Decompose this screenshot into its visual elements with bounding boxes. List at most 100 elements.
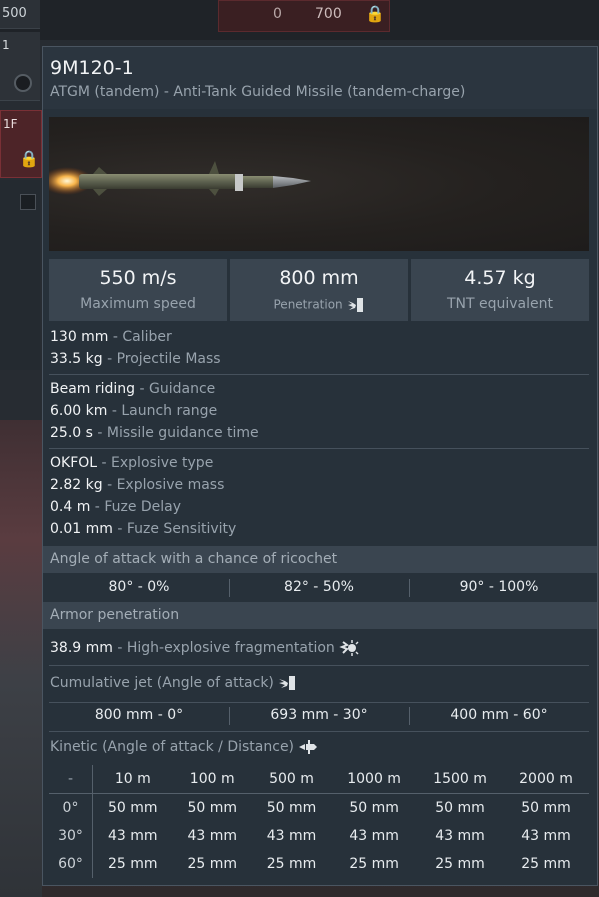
ricochet-heading: Angle of attack with a chance of ricoche… [43,546,597,573]
cumulative-value: 693 mm - 30° [270,707,368,723]
penetration-cell: 50 mm [266,800,317,816]
stat-value: 800 mm [279,267,359,289]
tooltip-header: 9M120-1 ATGM (tandem) - Anti-Tank Guided… [43,47,597,109]
bg-card-locked[interactable]: 1F 🔒 [0,110,42,178]
divider [49,448,589,449]
penetration-cell: 25 mm [349,856,399,872]
cumulative-value: 800 mm - 0° [94,707,184,723]
penetration-cell: 50 mm [521,800,571,816]
spec-value: 0.01 mm [50,521,113,537]
penetration-cell: 43 mm [349,828,399,844]
ricochet-value: 82° - 50% [284,579,354,595]
stat-label: Penetration [273,297,343,312]
spec-value: 2.82 kg [50,477,103,493]
distance-header: 500 m [251,765,332,794]
angle-cell: 60° [49,850,93,878]
penetration-cell: 43 mm [187,828,237,844]
divider [49,702,589,703]
spec-label: Fuze Sensitivity [126,521,237,537]
spec-label: Explosive mass [116,477,225,493]
radio-icon[interactable] [14,74,32,92]
divider [49,731,589,732]
armor-heading: Armor penetration [43,602,597,629]
bg-card-label: 1 [2,38,10,52]
checkbox-icon[interactable] [20,194,36,210]
spec-mass: 33.5 kg - Projectile Mass [50,351,221,367]
section-title: Angle of attack with a chance of ricoche… [50,551,338,567]
penetration-cell: 50 mm [187,800,237,816]
distance-header: 10 m [92,765,173,794]
penetration-cell: 50 mm [435,800,485,816]
he-frag-value: 38.9 mm [50,640,113,656]
kinetic-icon [299,740,318,754]
penetration-cell: 43 mm [266,828,317,844]
cumulative-value: 400 mm - 60° [450,707,548,723]
spec-guidance-time: 25.0 s - Missile guidance time [50,425,259,441]
penetration-cell: 43 mm [108,828,158,844]
penetration-cell: 50 mm [349,800,399,816]
stat-value: 4.57 kg [464,267,536,289]
table-row: 0° 50 mm 50 mm 50 mm 50 mm 50 mm 50 mm [49,793,589,822]
table-row: 30° 43 mm 43 mm 43 mm 43 mm 43 mm 43 mm [49,822,589,850]
spec-value: 6.00 km [50,403,108,419]
kinetic-heading-row: Kinetic (Angle of attack / Distance) [50,739,318,755]
penetration-cell: 43 mm [435,828,485,844]
stat-max-speed: 550 m/s Maximum speed [49,259,227,321]
spec-label: Explosive type [111,455,214,471]
spec-value: Beam riding [50,381,136,397]
bg-card-selected[interactable]: 1 [0,32,40,101]
penetration-cell: 50 mm [108,800,158,816]
he-frag-icon [339,640,359,656]
divider [49,374,589,375]
bg-card-value: 500 [2,6,27,21]
cumulative-heading: Cumulative jet (Angle of attack) [50,675,274,691]
penetration-icon [347,298,363,312]
distance-header: 1500 m [417,765,504,794]
ricochet-values: 80° - 0% 82° - 50% 90° - 100% [49,577,589,599]
ammo-subtitle: ATGM (tandem) - Anti-Tank Guided Missile… [50,84,466,100]
stat-label: TNT equivalent [446,296,554,312]
angle-cell: 30° [49,822,93,850]
spec-value: 33.5 kg [50,351,103,367]
stat-value: 550 m/s [99,267,177,289]
spec-guidance: Beam riding - Guidance [50,381,216,397]
section-title: Armor penetration [50,607,180,623]
spec-label: Projectile Mass [116,351,221,367]
bg-locked-card[interactable]: 0 700 🔒 [218,0,390,32]
spec-label: Caliber [122,329,172,345]
spec-fuze-sensitivity: 0.01 mm - Fuze Sensitivity [50,521,237,537]
spec-value: 25.0 s [50,425,93,441]
bg-card-label: 1F [3,117,18,131]
spec-explosive-type: OKFOL - Explosive type [50,455,214,471]
spec-label: Guidance [149,381,216,397]
stat-tnt: 4.57 kg TNT equivalent [411,259,589,321]
ricochet-value: 80° - 0% [108,579,170,595]
bg-card-empty [0,180,40,370]
spec-launch-range: 6.00 km - Launch range [50,403,218,419]
key-stats: 550 m/s Maximum speed 800 mm Penetration… [49,259,589,321]
kinetic-table: - 10 m 100 m 500 m 1000 m 1500 m 2000 m … [49,765,589,878]
lock-icon: 🔒 [19,149,39,168]
bg-scene-blur [0,420,42,897]
ricochet-value: 90° - 100% [459,579,539,595]
ammo-title: 9M120-1 [50,57,134,79]
penetration-cell: 25 mm [266,856,317,872]
kinetic-header-row: - 10 m 100 m 500 m 1000 m 1500 m 2000 m [49,765,589,794]
penetration-cell: 25 mm [435,856,485,872]
angle-cell: 0° [49,793,93,822]
distance-header: 100 m [172,765,252,794]
lock-icon: 🔒 [365,4,385,23]
spec-label: Fuze Delay [104,499,182,515]
spec-caliber: 130 mm - Caliber [50,329,172,345]
cumulative-values: 800 mm - 0° 693 mm - 30° 400 mm - 60° [49,705,589,727]
spec-value: 0.4 m [50,499,91,515]
missile-illustration [41,161,311,196]
kinetic-heading: Kinetic (Angle of attack / Distance) [50,739,295,755]
bg-card-top[interactable]: 500 [0,0,40,29]
bg-card-price: 700 [315,6,342,22]
spec-fuze-delay: 0.4 m - Fuze Delay [50,499,182,515]
bg-card-count: 0 [273,6,282,22]
kinetic-corner: - [49,765,93,794]
penetration-cell: 25 mm [108,856,158,872]
spec-explosive-mass: 2.82 kg - Explosive mass [50,477,225,493]
